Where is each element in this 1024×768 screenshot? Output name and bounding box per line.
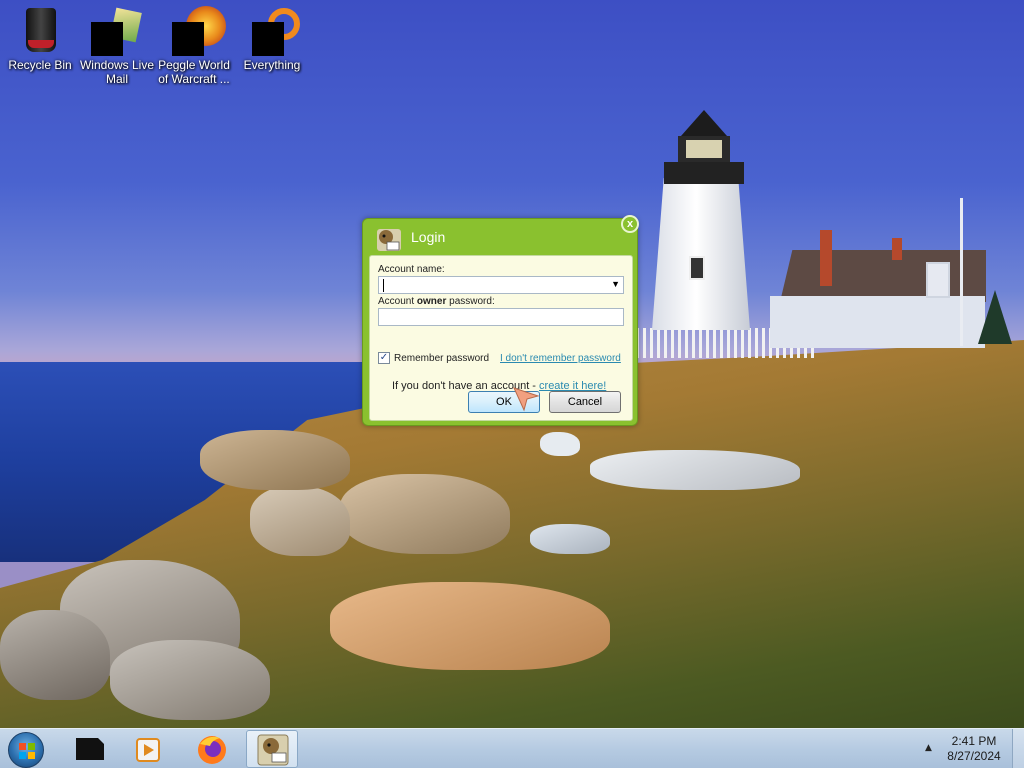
rock (0, 610, 110, 700)
desktop-icon-label: Peggle World of Warcraft ... (158, 58, 230, 86)
black-app-icon (76, 738, 104, 760)
chevron-down-icon[interactable]: ▼ (611, 279, 620, 289)
remember-password-checkbox[interactable]: ✓ (378, 352, 390, 364)
remember-password-label: Remember password (394, 353, 490, 364)
lighthouse-window (689, 256, 705, 280)
desktop-icon-label: Everything (243, 58, 301, 72)
login-dialog: Login x Account name: ▼ Account owner pa… (362, 215, 639, 426)
chimney (820, 230, 832, 286)
lighthouse-lantern (664, 110, 744, 184)
taskbar-firefox[interactable] (186, 730, 238, 768)
dialog-title: Login (411, 229, 446, 245)
cancel-button[interactable]: Cancel (549, 391, 621, 413)
text-caret (383, 279, 384, 292)
account-name-label: Account name: (378, 264, 445, 275)
rock (340, 474, 510, 554)
desktop-icon-peggle[interactable]: Peggle World of Warcraft ... (154, 4, 234, 86)
desktop-icon-label: Windows Live Mail (79, 58, 155, 86)
desktop-icon-everything[interactable]: Everything (232, 4, 312, 72)
rock (250, 486, 350, 556)
password-label: Account owner password: (378, 296, 495, 307)
box-app-icon (257, 734, 289, 766)
peggle-icon (170, 4, 226, 56)
rock (330, 582, 610, 670)
taskbar-media-player[interactable] (122, 730, 174, 768)
taskbar-app-black[interactable] (64, 730, 116, 768)
chimney (892, 238, 902, 260)
taskbar-clock[interactable]: 2:41 PM 8/27/2024 (940, 734, 1008, 764)
windows-start-orb-icon[interactable] (8, 732, 44, 768)
show-hidden-icons-arrow-icon[interactable]: ▲ (925, 743, 932, 753)
everything-search-icon (248, 4, 300, 56)
desktop-icon-recycle-bin[interactable]: Recycle Bin (0, 4, 80, 72)
password-field[interactable] (378, 308, 624, 326)
hamster-app-icon (375, 225, 403, 253)
keeper-house (770, 296, 985, 348)
house-roof (780, 250, 986, 302)
rock (110, 640, 270, 720)
lighthouse (652, 178, 750, 330)
recycle-bin-icon (16, 4, 64, 56)
account-name-field[interactable]: ▼ (378, 276, 624, 294)
windows-live-mail-icon (91, 4, 142, 56)
desktop-icon-label: Recycle Bin (8, 58, 72, 72)
rock (530, 524, 610, 554)
show-desktop-button[interactable] (1012, 729, 1024, 768)
taskbar: ▲ 2:41 PM 8/27/2024 (0, 728, 1024, 768)
clock-time: 2:41 PM (951, 734, 997, 748)
mouse-cursor-icon (512, 384, 540, 412)
media-player-icon (136, 738, 160, 762)
firefox-icon (198, 736, 226, 764)
rock (200, 430, 350, 490)
house-dormer (926, 262, 950, 298)
clock-date: 8/27/2024 (947, 749, 1001, 763)
desktop-icon-windows-live-mail[interactable]: Windows Live Mail (77, 4, 157, 86)
rock (590, 450, 800, 490)
forgot-password-link[interactable]: I don't remember password (500, 353, 621, 364)
taskbar-box-app[interactable] (246, 730, 298, 768)
close-icon[interactable]: x (621, 215, 639, 233)
flag-pole (960, 198, 963, 346)
rock (540, 432, 580, 456)
